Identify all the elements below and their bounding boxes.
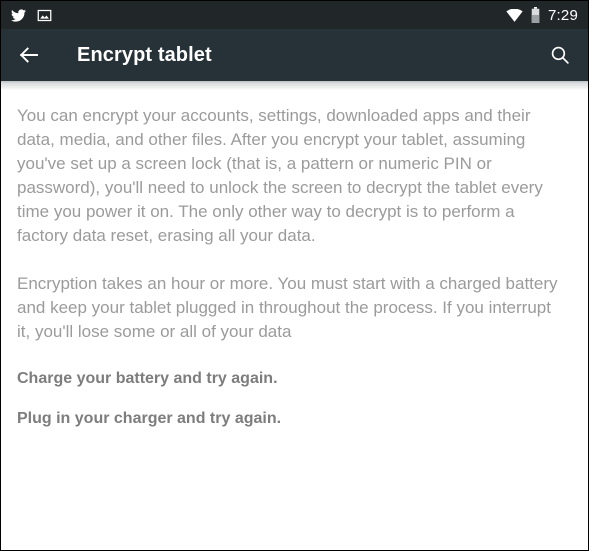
- search-button[interactable]: [532, 29, 588, 81]
- encryption-description-paragraph: You can encrypt your accounts, settings,…: [17, 106, 543, 245]
- plug-in-charger-warning: Plug in your charger and try again.: [17, 410, 282, 427]
- encrypt-tablet-screen: 7:29 Encrypt tablet You can encrypt your…: [0, 0, 589, 551]
- status-bar: 7:29: [1, 1, 588, 29]
- encryption-info-content: You can encrypt your accounts, settings,…: [1, 90, 588, 550]
- image-icon: [37, 8, 52, 23]
- encryption-duration-paragraph: Encryption takes an hour or more. You mu…: [17, 274, 558, 341]
- battery-icon: [531, 7, 540, 23]
- twitter-icon: [10, 8, 27, 23]
- status-bar-clock: 7:29: [548, 6, 578, 24]
- back-button[interactable]: [1, 29, 57, 81]
- search-icon: [551, 46, 569, 64]
- wifi-icon: [506, 8, 523, 22]
- page-title: Encrypt tablet: [77, 43, 212, 66]
- status-bar-notification-icons: [10, 8, 52, 23]
- status-bar-system-icons: 7:29: [506, 7, 578, 24]
- app-bar: Encrypt tablet: [1, 29, 588, 81]
- arrow-left-icon: [19, 47, 38, 63]
- app-bar-shadow: [1, 81, 588, 90]
- charge-battery-warning: Charge your battery and try again.: [17, 370, 278, 387]
